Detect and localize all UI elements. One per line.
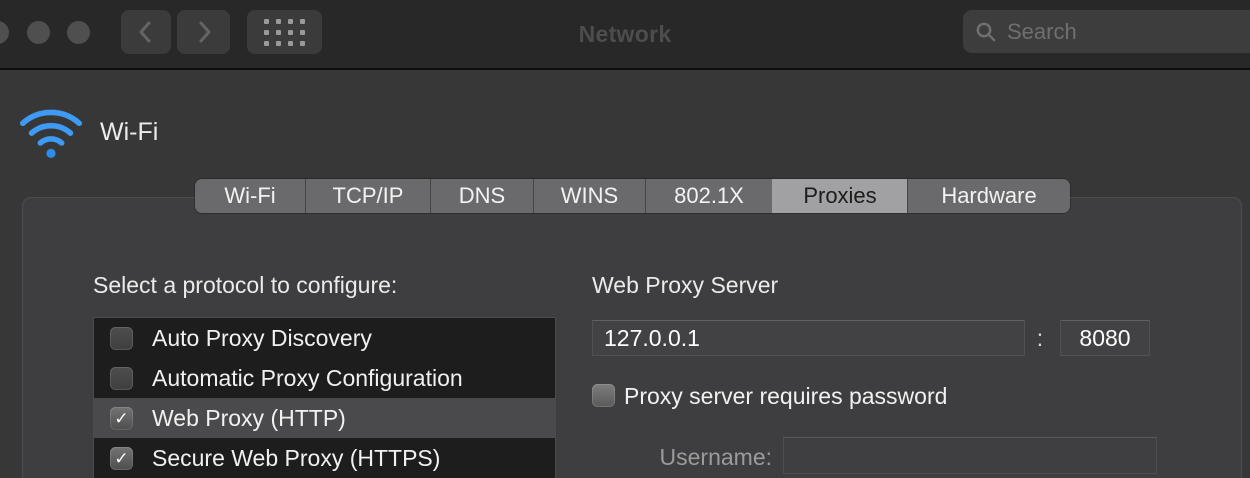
connection-name: Wi-Fi [100,118,158,147]
tab-label: Hardware [941,183,1036,209]
tab-label: WINS [561,183,618,209]
tab-tcp-ip[interactable]: TCP/IP [305,179,430,213]
wifi-icon [18,94,84,160]
show-all-button[interactable] [247,10,322,54]
protocol-list: Auto Proxy Discovery Automatic Proxy Conf… [93,317,556,478]
server-address-input[interactable] [592,320,1025,356]
tab-proxies[interactable]: Proxies [772,179,907,213]
protocol-label: Web Proxy (HTTP) [152,405,346,432]
protocol-row[interactable]: ✓ Web Proxy (HTTP) [94,398,555,438]
protocol-checkbox[interactable]: ✓ [110,407,133,430]
search-field[interactable] [963,10,1250,53]
tab-802-1x[interactable]: 802.1X [645,179,772,213]
tab-label: 802.1X [674,183,744,209]
checkmark-icon: ✓ [114,450,128,467]
password-required-checkbox[interactable] [592,384,615,407]
protocol-checkbox[interactable] [110,367,133,390]
protocol-label: Automatic Proxy Configuration [152,365,463,392]
tab-dns[interactable]: DNS [430,179,533,213]
username-input[interactable] [783,437,1157,474]
server-label: Web Proxy Server [592,272,778,299]
window-control-minimize[interactable] [27,21,50,44]
forward-button[interactable] [177,10,230,54]
tab-label: TCP/IP [333,183,404,209]
chevron-left-icon [133,18,159,46]
protocol-label: Secure Web Proxy (HTTPS) [152,445,440,472]
window-control-close[interactable] [0,21,9,44]
username-label: Username: [572,444,772,471]
tab-label: DNS [459,183,505,209]
grid-icon [264,19,305,46]
protocol-row[interactable]: Auto Proxy Discovery [94,318,555,358]
protocol-list-header: Select a protocol to configure: [93,272,397,299]
protocol-checkbox[interactable]: ✓ [110,447,133,470]
protocol-row[interactable]: Automatic Proxy Configuration [94,358,555,398]
search-input[interactable] [1005,18,1205,46]
tab-wi-fi[interactable]: Wi-Fi [195,179,305,213]
window-control-zoom[interactable] [67,21,90,44]
checkmark-icon: ✓ [114,410,128,427]
title-bar: Network [0,0,1250,70]
tab-bar: Wi-Fi TCP/IP DNS WINS 802.1X Proxies Hardware [195,179,1070,213]
protocol-checkbox[interactable] [110,327,133,350]
password-required-label: Proxy server requires password [624,383,947,410]
port-separator: : [1028,320,1052,356]
network-preferences-window: Network Wi-Fi Wi-Fi TCP/IP DNS WINS 802.1X Pr… [0,0,1250,478]
protocol-row[interactable]: ✓ Secure Web Proxy (HTTPS) [94,438,555,478]
tab-wins[interactable]: WINS [533,179,645,213]
port-input[interactable] [1060,320,1150,356]
tab-label: Wi-Fi [224,183,275,209]
tab-label: Proxies [803,183,876,209]
tab-hardware[interactable]: Hardware [907,179,1070,213]
search-icon [975,21,997,43]
protocol-label: Auto Proxy Discovery [152,325,372,352]
back-button[interactable] [121,10,171,54]
chevron-right-icon [191,18,217,46]
